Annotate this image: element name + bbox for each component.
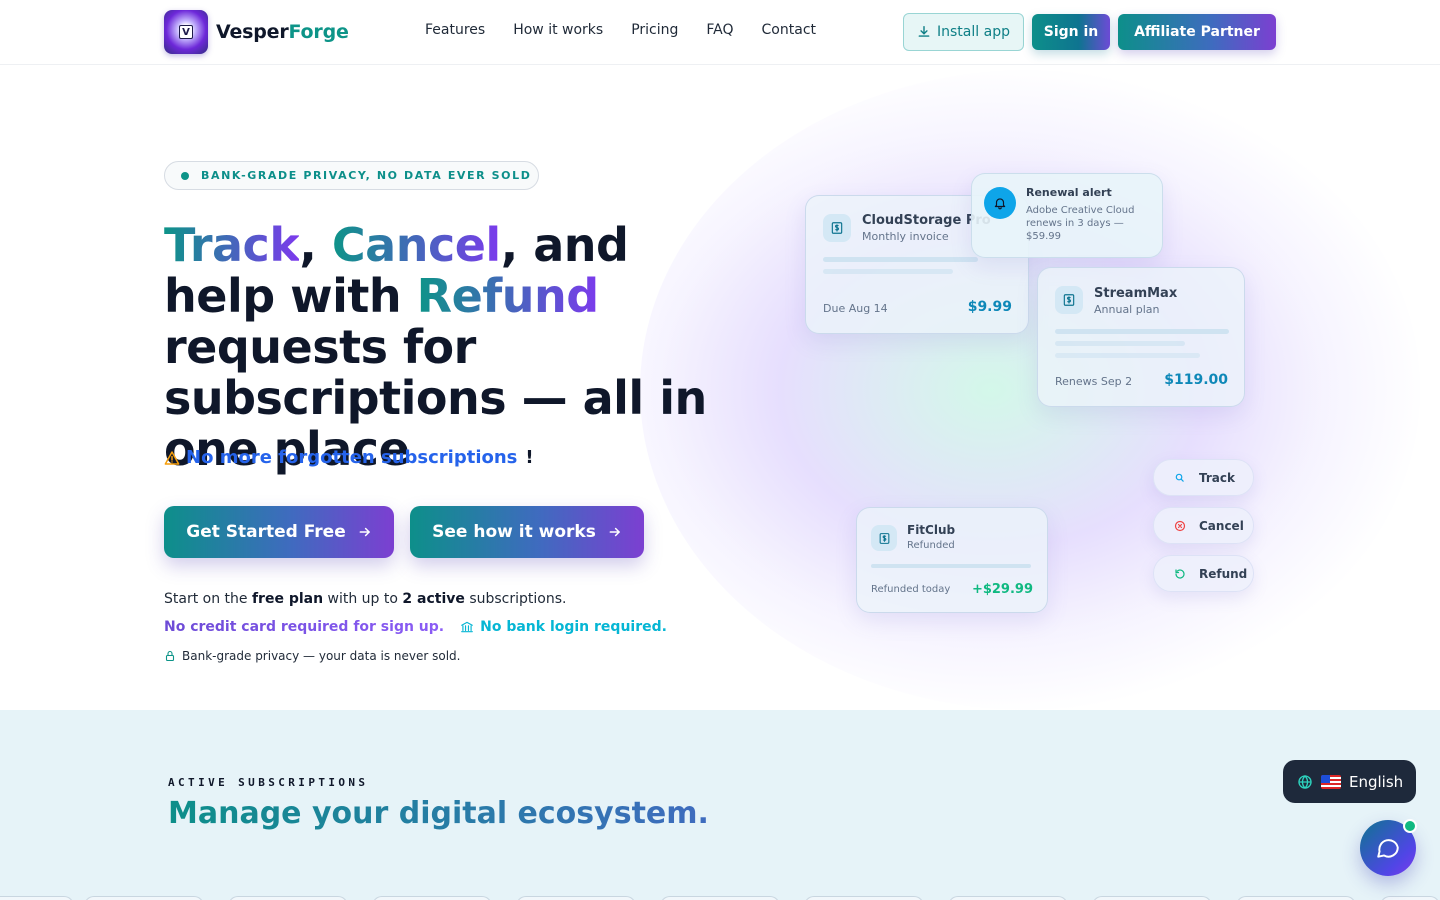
- cancel-icon: [1172, 518, 1187, 533]
- subscription-tile[interactable]: [1380, 896, 1440, 900]
- lock-icon: [165, 650, 175, 662]
- online-indicator: [1403, 819, 1417, 833]
- subscription-tile[interactable]: [1236, 896, 1356, 900]
- subscription-tile[interactable]: [660, 896, 780, 900]
- nav-link-pricing[interactable]: Pricing: [631, 22, 678, 38]
- dollar-icon: [823, 214, 851, 242]
- subscription-tile[interactable]: [804, 896, 924, 900]
- hero-headline: Track, Cancel, and help with Refund requ…: [164, 218, 707, 476]
- chat-button[interactable]: [1360, 819, 1417, 876]
- refresh-icon: [1172, 566, 1187, 581]
- privacy-badge: BANK-GRADE PRIVACY, NO DATA EVER SOLD: [164, 161, 539, 190]
- no-credit-card-note: No credit card required for sign up.: [164, 619, 445, 635]
- subscription-tile[interactable]: [228, 896, 348, 900]
- hero-background-glow: [640, 70, 1420, 710]
- subscription-tile[interactable]: [0, 896, 74, 900]
- subscription-card-streammax: StreamMax Annual plan Renews Sep 2 $119.…: [1037, 267, 1245, 407]
- subscription-tile[interactable]: [1092, 896, 1212, 900]
- see-how-it-works-button[interactable]: See how it works: [410, 506, 644, 558]
- subscription-tile[interactable]: [84, 896, 204, 900]
- globe-icon: [1298, 774, 1312, 789]
- subscription-tile[interactable]: [372, 896, 492, 900]
- renewal-alert-card: Renewal alert Adobe Creative Cloud renew…: [971, 173, 1163, 258]
- refund-action-pill[interactable]: Refund: [1153, 555, 1254, 592]
- nav-link-contact[interactable]: Contact: [762, 22, 816, 38]
- main-menu: Features How it works Pricing FAQ Contac…: [425, 22, 816, 38]
- language-selector[interactable]: English: [1283, 760, 1416, 803]
- bell-icon: [984, 187, 1016, 219]
- affiliate-partner-button[interactable]: Affiliate Partner: [1118, 14, 1276, 50]
- hero-tagline: No more forgotten subscriptions!: [164, 447, 534, 468]
- dollar-icon: [1055, 286, 1083, 314]
- nav-link-how-it-works[interactable]: How it works: [513, 22, 603, 38]
- dollar-icon: [871, 525, 897, 551]
- brand-logo[interactable]: V VesperForge: [164, 10, 349, 54]
- chat-bubble-icon: [1377, 839, 1399, 858]
- nav-link-features[interactable]: Features: [425, 22, 485, 38]
- signup-notes: No credit card required for sign up. No …: [164, 619, 667, 635]
- us-flag-icon: [1321, 774, 1341, 789]
- install-app-label: Install app: [937, 24, 1010, 40]
- sign-in-button[interactable]: Sign in: [1032, 14, 1110, 50]
- section-eyebrow: ACTIVE SUBSCRIPTIONS: [168, 776, 369, 789]
- install-app-button[interactable]: Install app: [903, 13, 1024, 51]
- no-bank-login-note: No bank login required.: [460, 619, 667, 635]
- nav-link-faq[interactable]: FAQ: [706, 22, 733, 38]
- download-icon: [918, 26, 930, 37]
- privacy-note: Bank-grade privacy — your data is never …: [164, 649, 460, 663]
- track-action-pill[interactable]: Track: [1153, 459, 1254, 496]
- badge-dot: [181, 171, 189, 180]
- search-icon: [1172, 470, 1187, 485]
- get-started-button[interactable]: Get Started Free: [164, 506, 394, 558]
- subscription-card-fitclub: FitClub Refunded Refunded today +$29.99: [856, 507, 1048, 613]
- top-nav: V VesperForge Features How it works Pric…: [0, 0, 1440, 65]
- bank-icon: [461, 621, 473, 633]
- cancel-action-pill[interactable]: Cancel: [1153, 507, 1254, 544]
- section-title: Manage your digital ecosystem.: [168, 796, 709, 831]
- free-plan-note: Start on the free plan with up to 2 acti…: [164, 591, 567, 607]
- arrow-right-icon: [609, 527, 620, 537]
- subscription-tile[interactable]: [516, 896, 636, 900]
- subscription-tile[interactable]: [948, 896, 1068, 900]
- arrow-right-icon: [359, 527, 370, 537]
- warning-icon: [164, 450, 180, 465]
- brand-name: VesperForge: [216, 21, 349, 43]
- logo-icon: V: [164, 10, 208, 54]
